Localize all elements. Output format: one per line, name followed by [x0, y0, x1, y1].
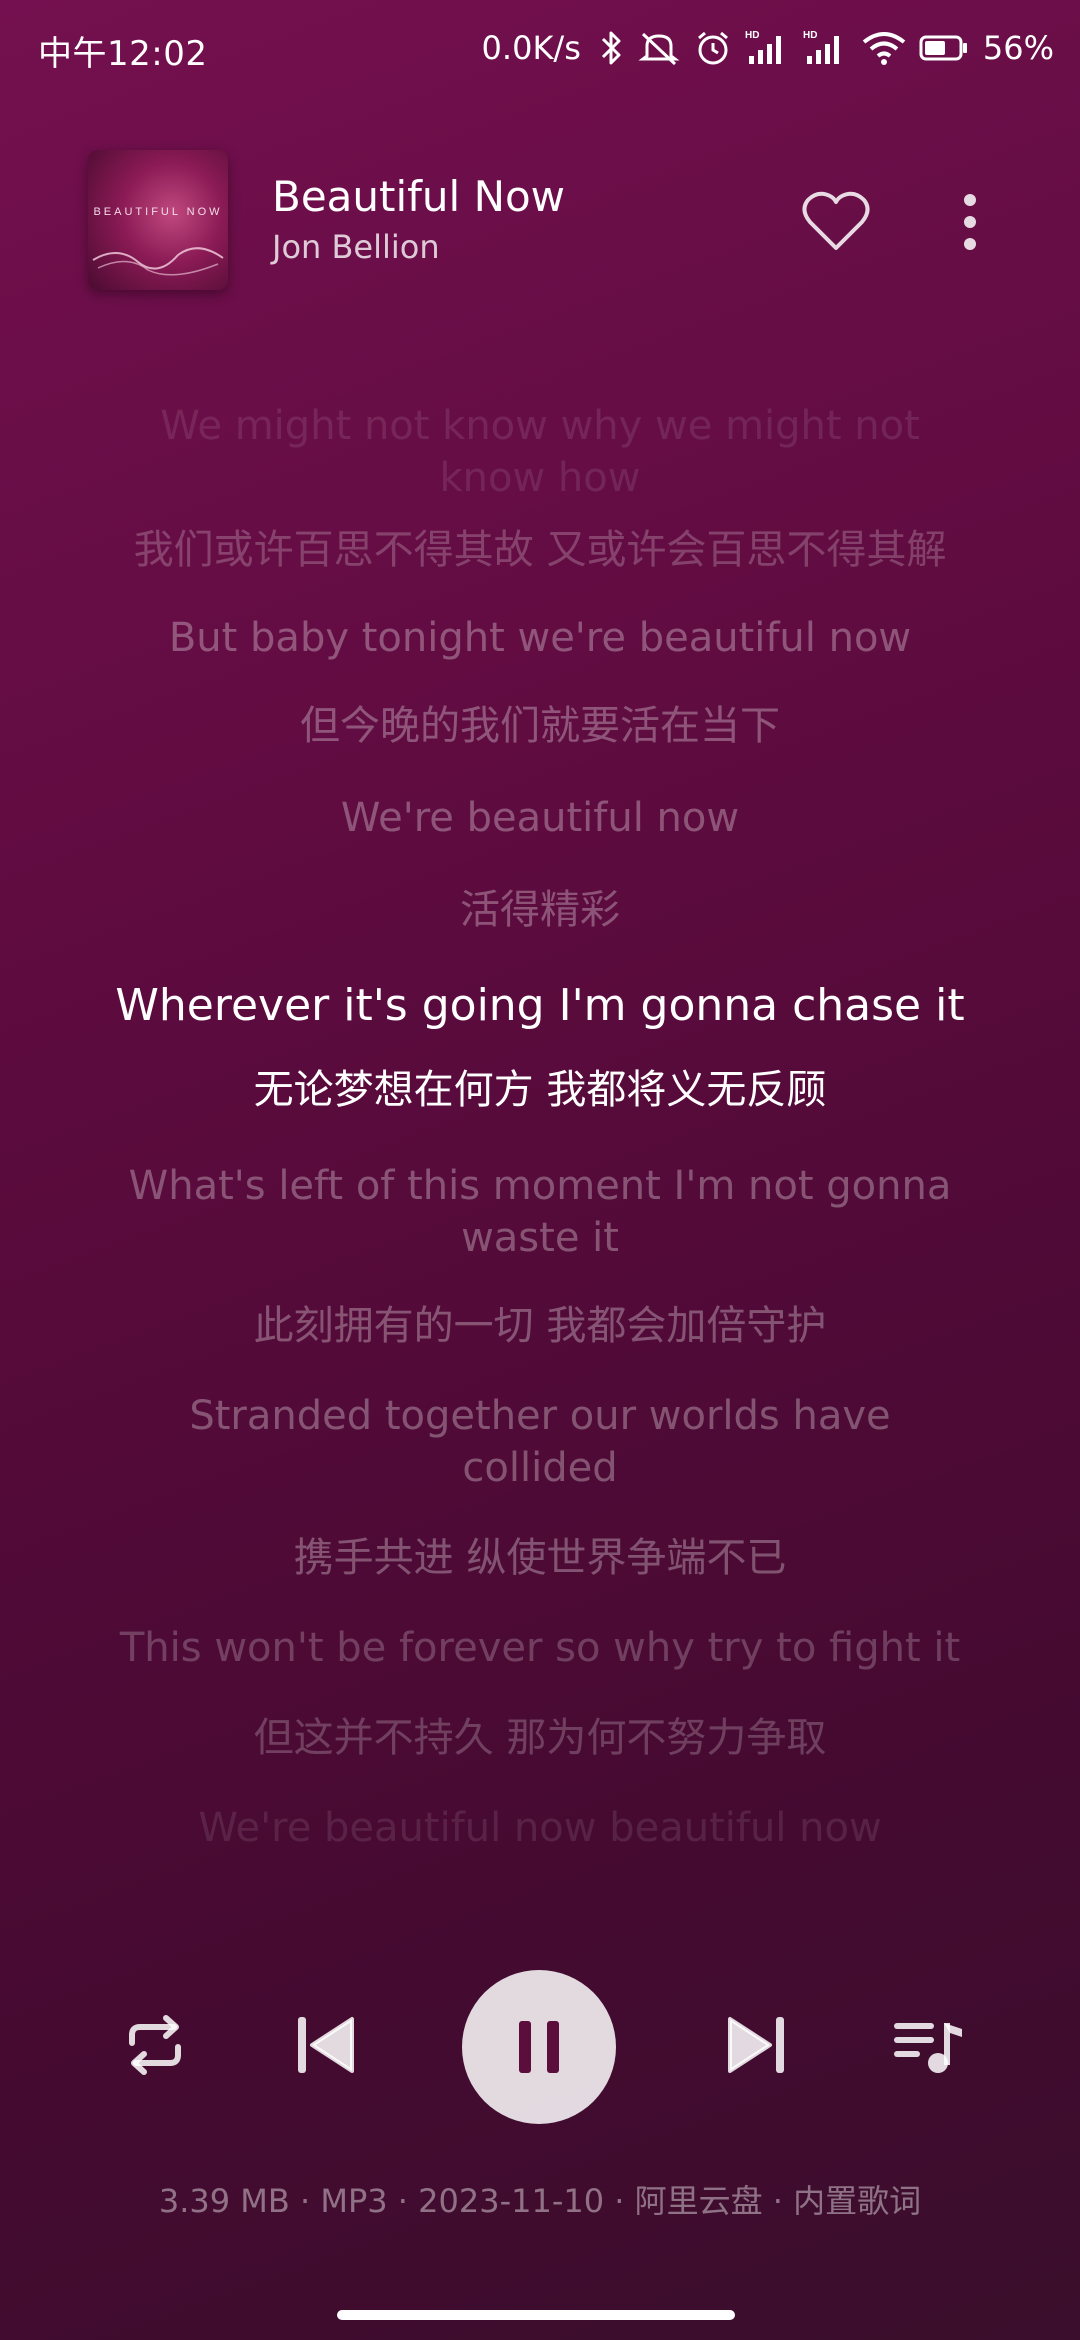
song-title: Beautiful Now [272, 172, 566, 221]
song-artist[interactable]: Jon Bellion [272, 228, 440, 266]
album-art-title: BEAUTIFUL NOW [93, 206, 223, 218]
lyric-line[interactable]: 但这并不持久 那为何不努力争取 [110, 1712, 970, 1764]
network-speed: 0.0K/s [481, 29, 581, 67]
alarm-icon [693, 28, 733, 68]
playlist-button[interactable] [884, 2005, 974, 2085]
bluetooth-icon [599, 28, 625, 68]
lyric-line[interactable]: This won't be forever so why try to figh… [110, 1622, 970, 1674]
lyric-line[interactable]: 但今晚的我们就要活在当下 [110, 700, 970, 752]
skip-previous-icon [298, 2017, 354, 2073]
repeat-button[interactable] [110, 2005, 200, 2085]
home-indicator[interactable] [337, 2310, 735, 2320]
pause-icon [519, 2021, 559, 2073]
svg-text:HD: HD [745, 30, 759, 41]
status-icons: 0.0K/s HD HD 56% [482, 22, 1054, 74]
now-playing-header: BEAUTIFUL NOW Beautiful Now Jon Bellion [0, 140, 1080, 300]
signal-hd-icon: HD [803, 28, 849, 68]
lyric-line[interactable]: We're beautiful now [110, 792, 970, 844]
lyric-line[interactable]: What's left of this moment I'm not gonna… [110, 1160, 970, 1264]
more-vertical-icon [964, 194, 976, 250]
lyric-line[interactable]: 此刻拥有的一切 我都会加倍守护 [110, 1300, 970, 1352]
heart-icon [802, 191, 870, 250]
favorite-button[interactable] [800, 188, 872, 254]
play-pause-button[interactable] [462, 1970, 616, 2124]
battery-icon [919, 28, 969, 68]
skip-next-icon [728, 2017, 784, 2073]
playlist-icon [894, 2023, 962, 2073]
lyric-line-current[interactable]: Wherever it's going I'm gonna chase it [110, 980, 970, 1032]
battery-level: 56% [982, 29, 1054, 67]
lyric-line[interactable]: We might not know why we might not know … [110, 400, 970, 504]
playback-controls [0, 1960, 1080, 2130]
previous-track-button[interactable] [280, 2005, 370, 2085]
lyric-line[interactable]: 活得精彩 [110, 884, 970, 936]
lyrics-panel[interactable]: We might not know why we might not know … [110, 400, 970, 1854]
lyric-line[interactable]: But baby tonight we're beautiful now [110, 612, 970, 664]
lyric-line[interactable]: Stranded together our worlds have collid… [110, 1390, 970, 1494]
repeat-icon [129, 2015, 181, 2075]
file-info: 3.39 MB · MP3 · 2023-11-10 · 阿里云盘 · 内置歌词 [158, 2182, 922, 2220]
next-track-button[interactable] [712, 2005, 802, 2085]
status-bar: 中午12:02 0.0K/s HD HD 56% [0, 0, 1080, 96]
wifi-icon [861, 28, 907, 68]
signal-hd-icon: HD [745, 28, 791, 68]
status-time: 中午12:02 [38, 34, 208, 74]
lyric-line[interactable]: We're beautiful now beautiful now [110, 1802, 970, 1854]
lyric-line[interactable]: 我们或许百思不得其故 又或许会百思不得其解 [110, 524, 970, 576]
lyric-line-current-translation[interactable]: 无论梦想在何方 我都将义无反顾 [110, 1064, 970, 1116]
album-art[interactable]: BEAUTIFUL NOW [88, 150, 228, 290]
more-options-button[interactable] [950, 190, 990, 256]
svg-text:HD: HD [803, 30, 817, 41]
mute-icon [637, 28, 681, 68]
lyric-line[interactable]: 携手共进 纵使世界争端不已 [110, 1532, 970, 1584]
